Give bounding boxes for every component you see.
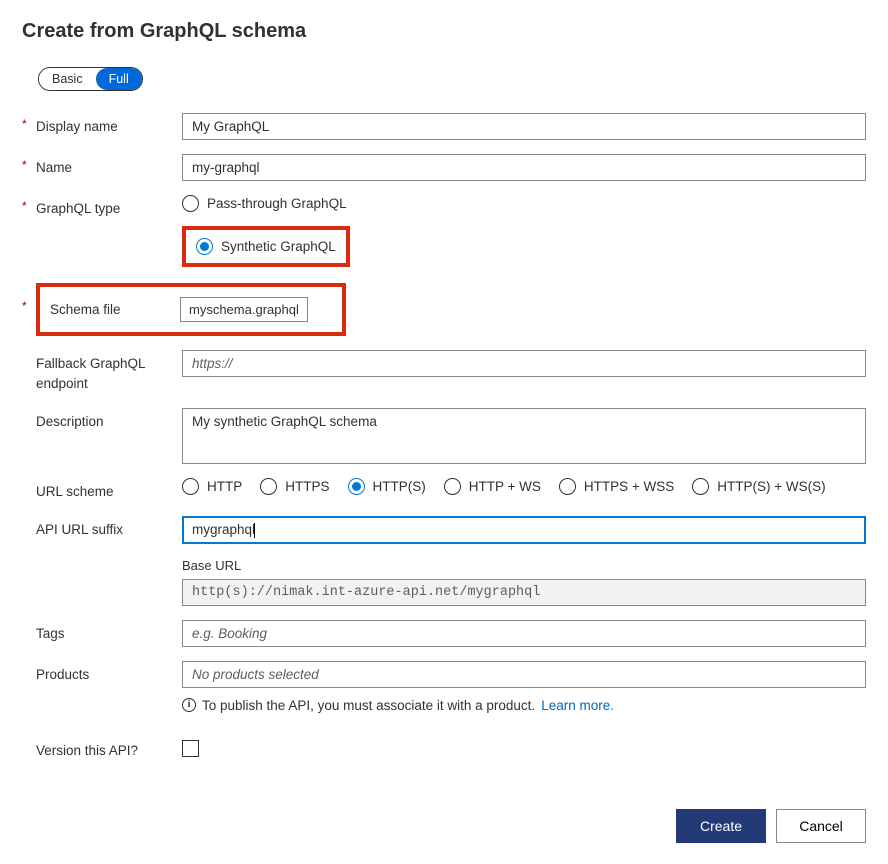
radio-label: HTTP — [207, 479, 242, 494]
radio-icon — [182, 195, 199, 212]
required-marker: * — [22, 113, 36, 135]
radio-label: HTTPS + WSS — [584, 479, 674, 494]
schema-file-chip[interactable]: myschema.graphql — [180, 297, 308, 322]
version-api-checkbox[interactable] — [182, 740, 199, 757]
view-toggle[interactable]: Basic Full — [38, 67, 143, 91]
radio-label: HTTPS — [285, 479, 329, 494]
radio-label: Pass-through GraphQL — [207, 196, 347, 211]
radio-label: Synthetic GraphQL — [221, 239, 336, 254]
radio-https-wss[interactable]: HTTPS + WSS — [559, 478, 674, 495]
name-input[interactable]: my-graphql — [182, 154, 866, 181]
api-url-suffix-label: API URL suffix — [36, 516, 182, 540]
display-name-input[interactable]: My GraphQL — [182, 113, 866, 140]
api-url-suffix-input[interactable]: mygraphql — [182, 516, 866, 544]
display-name-label: Display name — [36, 113, 182, 137]
radio-label: HTTP + WS — [469, 479, 541, 494]
radio-icon — [692, 478, 709, 495]
fallback-endpoint-input[interactable]: https:// — [182, 350, 866, 377]
tags-input[interactable]: e.g. Booking — [182, 620, 866, 647]
radio-icon — [444, 478, 461, 495]
required-marker: * — [22, 195, 36, 217]
radio-synthetic[interactable]: Synthetic GraphQL — [196, 238, 336, 255]
learn-more-link[interactable]: Learn more. — [541, 698, 614, 713]
highlight-synthetic: Synthetic GraphQL — [182, 226, 350, 267]
base-url-label: Base URL — [182, 558, 866, 573]
version-api-label: Version this API? — [36, 737, 182, 761]
cancel-button[interactable]: Cancel — [776, 809, 866, 843]
radio-http[interactable]: HTTP — [182, 478, 242, 495]
url-scheme-label: URL scheme — [36, 478, 182, 502]
radio-icon — [182, 478, 199, 495]
radio-icon — [260, 478, 277, 495]
page-title: Create from GraphQL schema — [22, 20, 866, 43]
radio-label: HTTP(S) + WS(S) — [717, 479, 825, 494]
required-marker: * — [22, 283, 36, 317]
radio-label: HTTP(S) — [373, 479, 426, 494]
products-info-text: To publish the API, you must associate i… — [202, 698, 535, 713]
radio-passthrough[interactable]: Pass-through GraphQL — [182, 195, 866, 212]
graphql-type-label: GraphQL type — [36, 195, 182, 219]
required-marker: * — [22, 154, 36, 176]
products-input[interactable]: No products selected — [182, 661, 866, 688]
toggle-full[interactable]: Full — [96, 68, 142, 90]
text-cursor-icon — [254, 523, 255, 538]
radio-icon — [559, 478, 576, 495]
create-button[interactable]: Create — [676, 809, 766, 843]
description-label: Description — [36, 408, 182, 432]
radio-https-both-wss[interactable]: HTTP(S) + WS(S) — [692, 478, 825, 495]
name-label: Name — [36, 154, 182, 178]
toggle-basic[interactable]: Basic — [39, 68, 96, 90]
base-url-display: http(s)://nimak.int-azure-api.net/mygrap… — [182, 579, 866, 606]
description-textarea[interactable]: My synthetic GraphQL schema — [182, 408, 866, 464]
radio-icon — [348, 478, 365, 495]
tags-label: Tags — [36, 620, 182, 644]
schema-file-label: Schema file — [50, 302, 180, 317]
radio-http-ws[interactable]: HTTP + WS — [444, 478, 541, 495]
highlight-schema-file: Schema file myschema.graphql — [36, 283, 346, 336]
radio-https[interactable]: HTTPS — [260, 478, 329, 495]
fallback-endpoint-label: Fallback GraphQL endpoint — [36, 350, 182, 394]
info-icon: i — [182, 698, 196, 712]
products-label: Products — [36, 661, 182, 685]
radio-icon — [196, 238, 213, 255]
radio-https-both[interactable]: HTTP(S) — [348, 478, 426, 495]
